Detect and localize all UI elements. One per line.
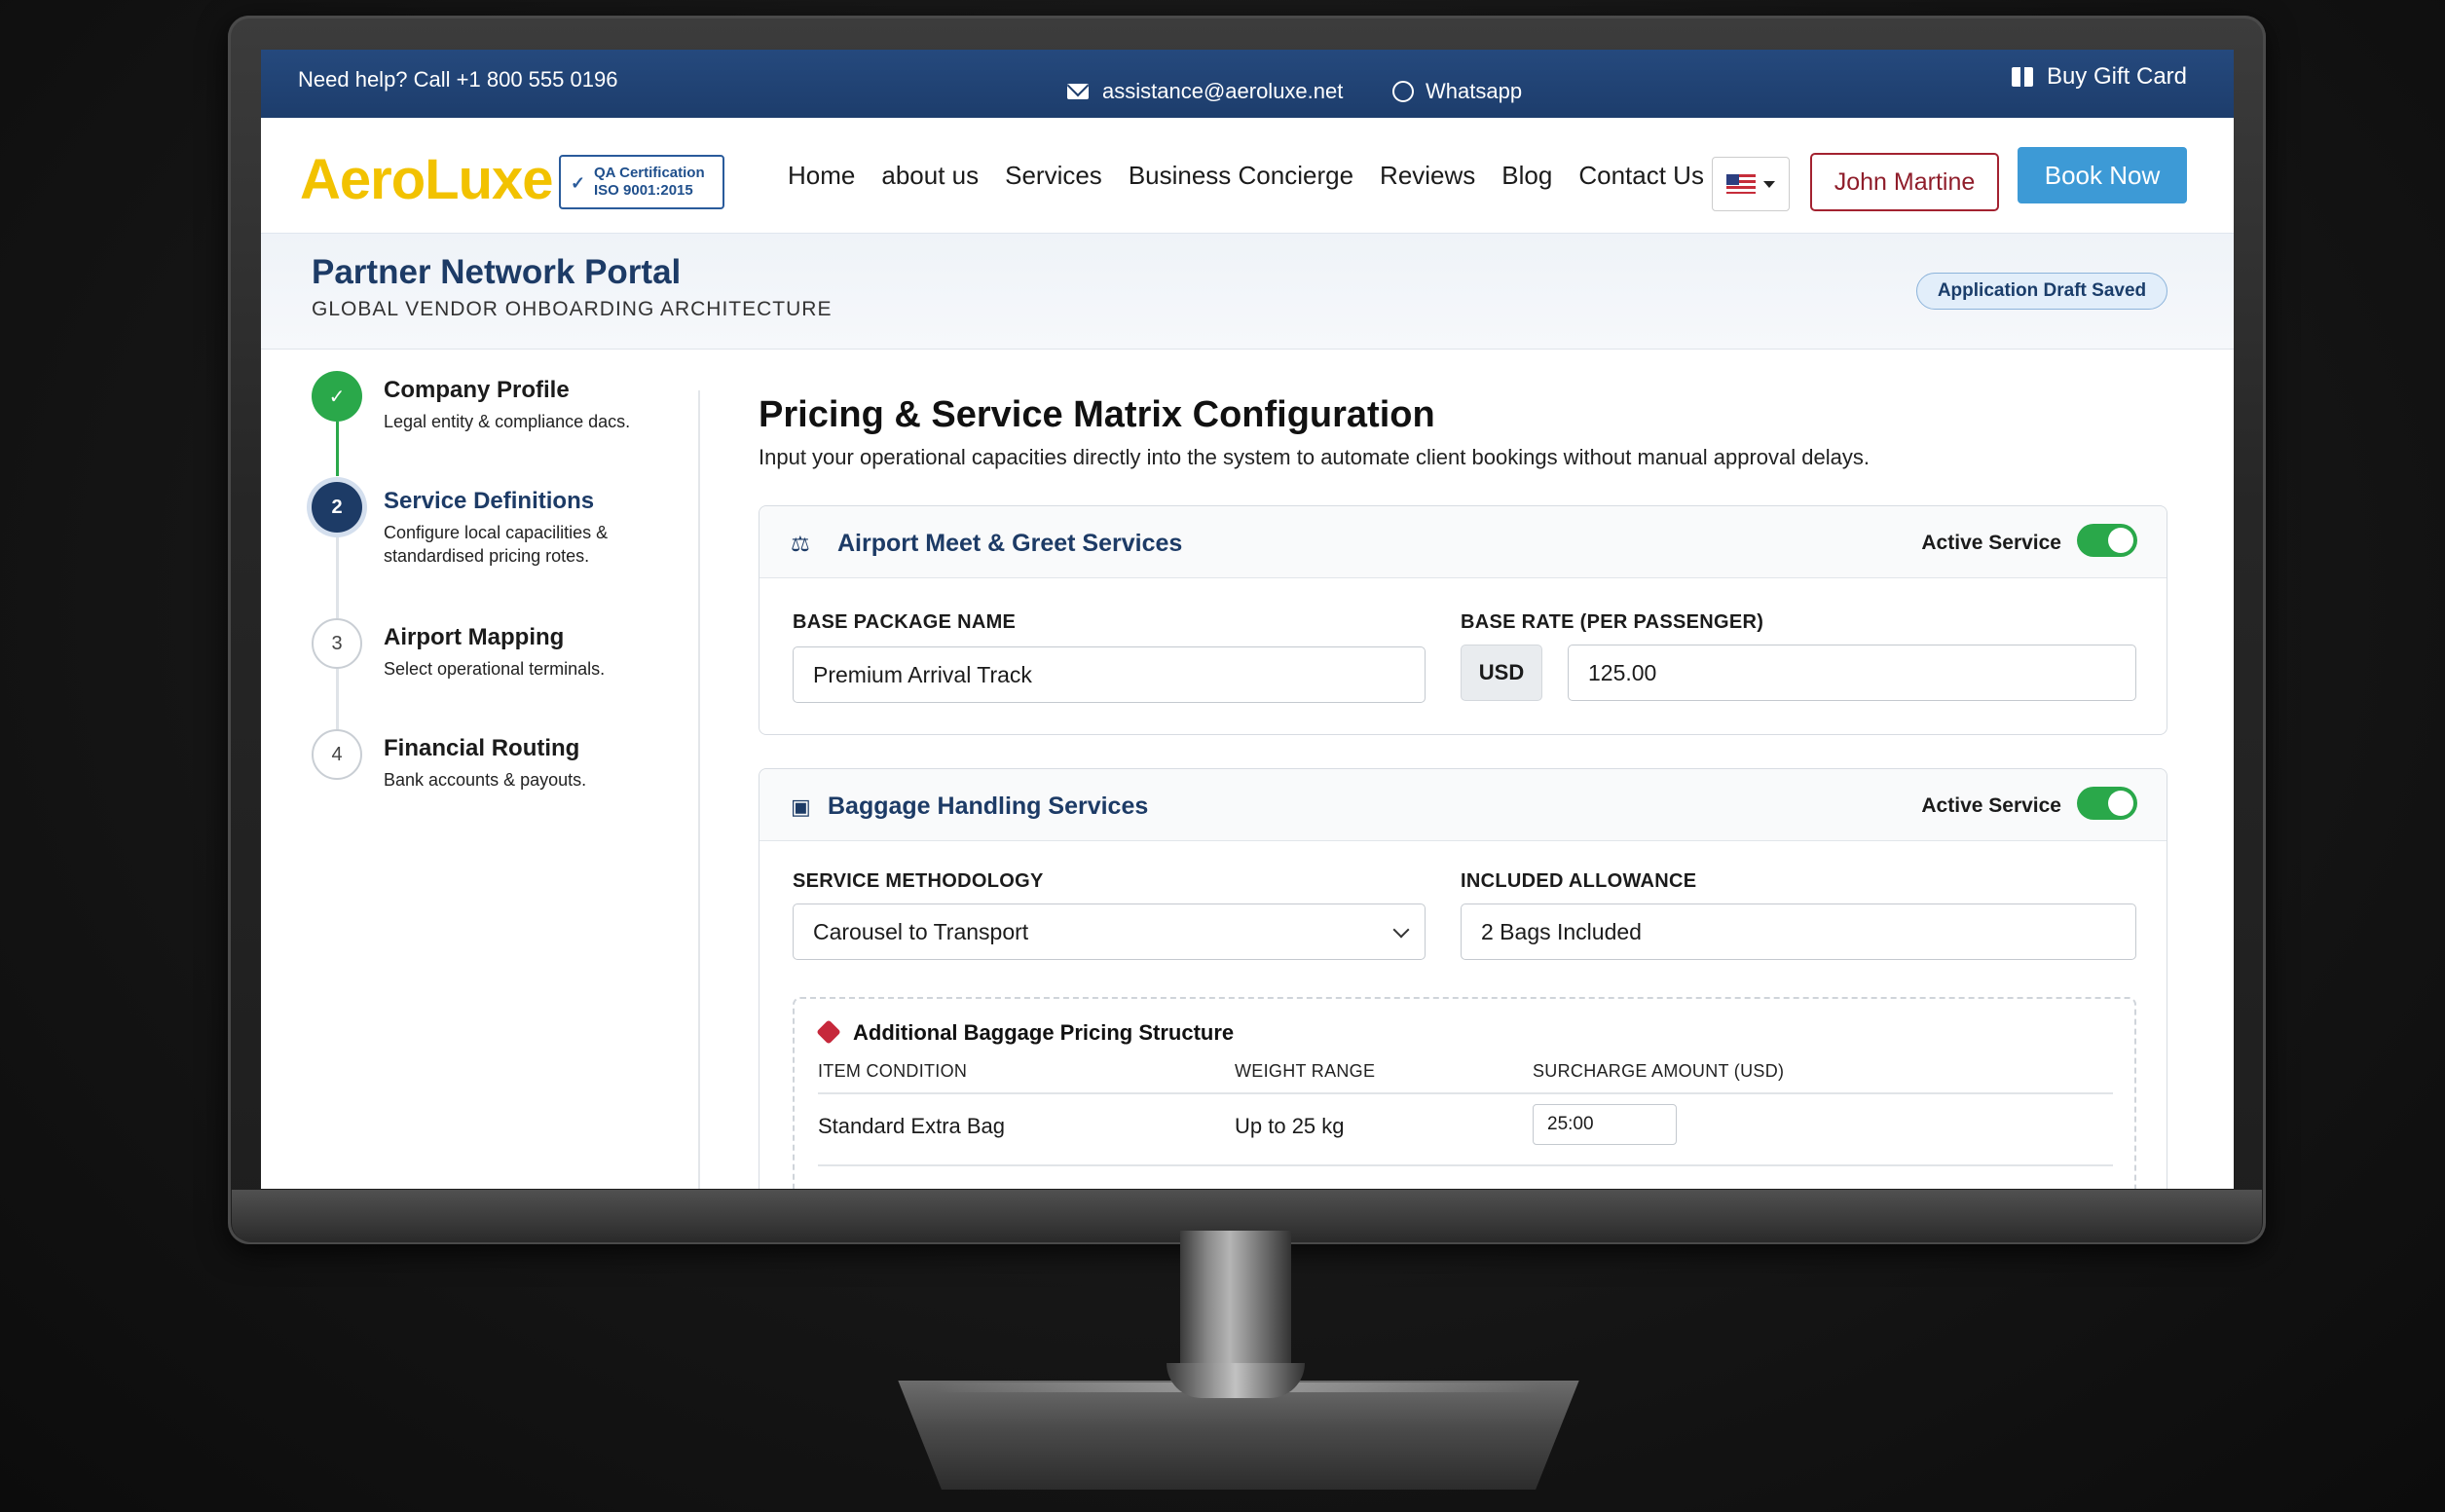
sub-section-title: Additional Baggage Pricing Structure [853, 1020, 1235, 1045]
table-row-divider [818, 1164, 2113, 1166]
active-service-label: Active Service [1921, 794, 2061, 817]
allowance-label: INCLUDED ALLOWANCE [1461, 870, 1697, 892]
nav-about[interactable]: about us [881, 161, 979, 191]
portal-header: Partner Network Portal GLOBAL VENDOR OHB… [261, 233, 2234, 350]
nav-contact[interactable]: Contact Us [1578, 161, 1704, 191]
whatsapp-text: Whatsapp [1426, 79, 1523, 103]
us-flag-icon [1726, 174, 1756, 194]
luggage-icon: ▣ [791, 794, 811, 819]
top-contact-bar: Need help? Call +1 800 555 0196 assistan… [261, 50, 2234, 118]
column-header-condition: ITEM CONDITION [818, 1061, 968, 1081]
whatsapp-icon [1392, 81, 1414, 102]
column-header-weight: WEIGHT RANGE [1235, 1061, 1376, 1081]
user-account-button[interactable]: John Martine [1810, 153, 1999, 211]
book-now-button[interactable]: Book Now [2018, 147, 2187, 203]
logo[interactable]: AeroLuxe [300, 147, 554, 212]
step-connector [336, 663, 339, 735]
step-number: 3 [312, 618, 362, 669]
allowance-input[interactable]: 2 Bags Included [1461, 904, 2136, 960]
card-header: ⚖ Airport Meet & Greet Services Active S… [759, 506, 2167, 578]
step-desc: Bank accounts & payouts. [384, 770, 587, 790]
language-selector[interactable] [1712, 157, 1790, 211]
chevron-down-icon [1392, 921, 1410, 939]
step-desc: Configure local capacilities & standardi… [384, 523, 609, 566]
check-icon: ✓ [571, 173, 586, 193]
table-header-divider [818, 1092, 2113, 1094]
nav-blog[interactable]: Blog [1501, 161, 1552, 191]
cert-line1: QA Certification [594, 165, 705, 181]
step-number: 2 [312, 482, 362, 533]
step-desc: Select operational terminals. [384, 659, 606, 679]
methodology-value: Carousel to Transport [813, 918, 1029, 944]
help-phone[interactable]: Need help? Call +1 800 555 0196 [298, 67, 617, 92]
step-connector-done [336, 422, 339, 476]
surcharge-input[interactable]: 25:00 [1533, 1104, 1677, 1145]
nav-business-concierge[interactable]: Business Concierge [1129, 161, 1353, 191]
meet-greet-card: ⚖ Airport Meet & Greet Services Active S… [759, 505, 2167, 735]
gift-card-link[interactable]: Buy Gift Card [2011, 63, 2187, 91]
methodology-label: SERVICE METHODOLOGY [793, 870, 1044, 892]
base-rate-input[interactable]: 125.00 [1568, 645, 2136, 701]
page-title: Pricing & Service Matrix Configuration [759, 394, 1435, 435]
row-condition: Standard Extra Bag [818, 1114, 1006, 1138]
handshake-icon: ⚖ [791, 532, 810, 556]
active-service-label: Active Service [1921, 532, 2061, 554]
currency-addon: USD [1461, 645, 1542, 701]
page-subtitle: Input your operational capacities direct… [759, 445, 1870, 469]
card-title: Baggage Handling Services [828, 793, 1149, 820]
certification-badge: ✓ QA Certification ISO 9001:2015 [559, 155, 724, 209]
column-header-surcharge: SURCHARGE AMOUNT (USD) [1533, 1061, 1785, 1081]
step-title: Financial Routing [384, 735, 580, 761]
step-check-icon: ✓ [312, 371, 362, 422]
portal-subtitle: GLOBAL VENDOR OHBOARDING ARCHITECTURE [312, 298, 833, 320]
package-name-label: BASE PACKAGE NAME [793, 611, 1017, 633]
cert-line2: ISO 9001:2015 [594, 182, 693, 199]
whatsapp-link[interactable]: Whatsapp [1392, 79, 1522, 104]
sidebar-divider [698, 390, 700, 1189]
screen: Need help? Call +1 800 555 0196 assistan… [261, 50, 2234, 1189]
baggage-handling-card: ▣ Baggage Handling Services Active Servi… [759, 768, 2167, 1189]
monitor-stand-collar [1167, 1363, 1305, 1398]
main-navbar: AeroLuxe ✓ QA Certification ISO 9001:201… [261, 118, 2234, 233]
step-connector [336, 535, 339, 618]
row-weight: Up to 25 kg [1235, 1114, 1345, 1138]
step-title: Company Profile [384, 377, 570, 403]
methodology-select[interactable]: Carousel to Transport [793, 904, 1426, 960]
caret-down-icon [1763, 180, 1775, 188]
draft-status-badge: Application Draft Saved [1916, 273, 2167, 310]
tag-icon [816, 1019, 841, 1045]
additional-baggage-pricing: Additional Baggage Pricing Structure ITE… [793, 997, 2136, 1189]
step-title: Airport Mapping [384, 624, 565, 650]
gift-text: Buy Gift Card [2046, 63, 2187, 90]
nav-services[interactable]: Services [1005, 161, 1102, 191]
card-header: ▣ Baggage Handling Services Active Servi… [759, 769, 2167, 841]
portal-title: Partner Network Portal [312, 253, 682, 291]
card-title: Airport Meet & Greet Services [837, 530, 1183, 557]
gift-icon [2011, 67, 2033, 87]
email-link[interactable]: assistance@aeroluxe.net [1067, 79, 1343, 104]
onboarding-steps: ✓ Company Profile Legal entity & complia… [261, 351, 700, 1189]
step-title: Service Definitions [384, 488, 595, 514]
email-text: assistance@aeroluxe.net [1102, 79, 1344, 103]
nav-home[interactable]: Home [788, 161, 855, 191]
step-number: 4 [312, 729, 362, 780]
mail-icon [1067, 84, 1089, 99]
active-service-toggle[interactable] [2077, 524, 2137, 557]
package-name-input[interactable]: Premium Arrival Track [793, 646, 1426, 703]
nav-reviews[interactable]: Reviews [1380, 161, 1475, 191]
nav-menu: Home about us Services Business Concierg… [788, 161, 1704, 191]
base-rate-label: BASE RATE (PER PASSENGER) [1461, 611, 1764, 633]
active-service-toggle[interactable] [2077, 787, 2137, 820]
step-desc: Legal entity & compliance dacs. [384, 412, 631, 431]
